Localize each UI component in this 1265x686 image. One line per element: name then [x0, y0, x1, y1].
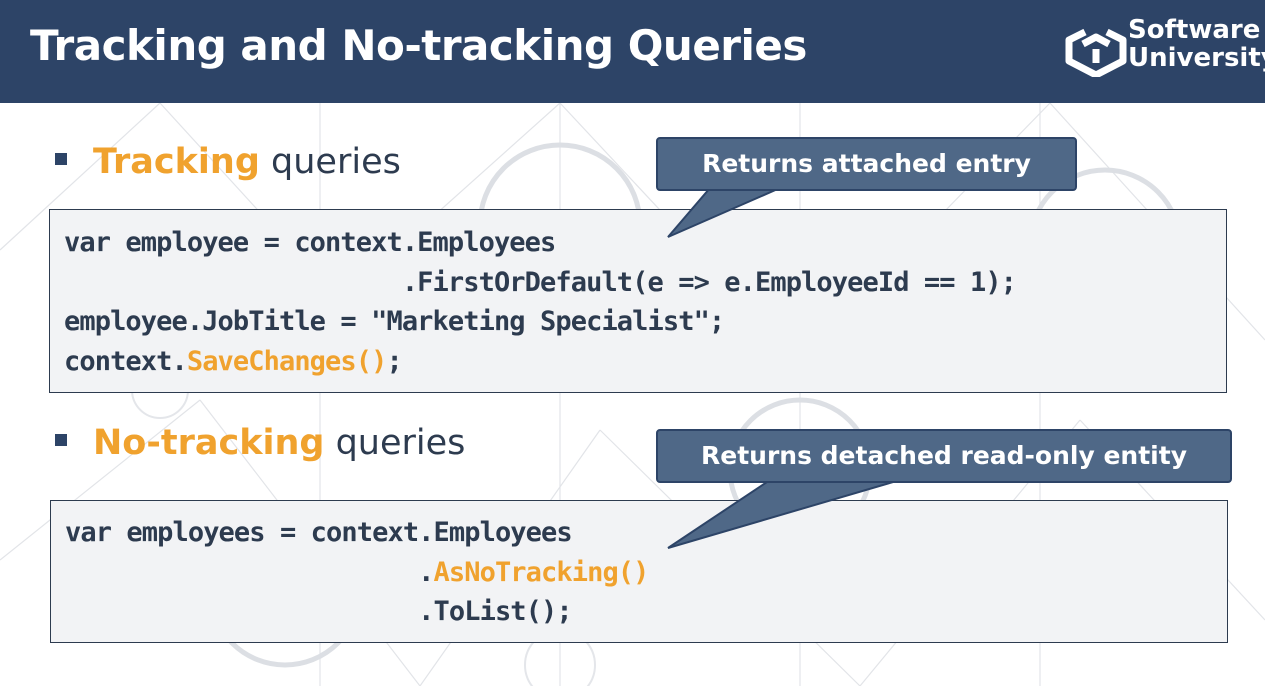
- code-token: .FirstOrDefault(e => e.EmployeeId == 1);: [64, 266, 1017, 298]
- logo-text: Software University: [1128, 16, 1265, 72]
- no-tracking-code-block: var employees = context.Employees .AsNoT…: [50, 500, 1228, 643]
- slide-header: Tracking and No-tracking Queries Softwar…: [0, 0, 1265, 103]
- code-accent-token: AsNoTracking(): [433, 556, 650, 588]
- no-tracking-highlight: No-tracking: [93, 423, 325, 463]
- tracking-code-block: var employee = context.Employees .FirstO…: [49, 209, 1227, 393]
- tracking-code: var employee = context.Employees .FirstO…: [64, 223, 1017, 382]
- code-token: .: [65, 556, 434, 588]
- no-tracking-rest: queries: [324, 423, 466, 463]
- code-line: employee.JobTitle = "Marketing Specialis…: [64, 302, 1016, 342]
- code-accent-token: SaveChanges(): [186, 345, 388, 377]
- code-line: .FirstOrDefault(e => e.EmployeeId == 1);: [64, 263, 1017, 303]
- no-tracking-bullet: No-tracking queries: [55, 421, 465, 465]
- tracking-callout: Returns attached entry: [656, 137, 1077, 191]
- code-token: var employees = context.Employees: [65, 517, 573, 548]
- code-line: context.SaveChanges();: [64, 342, 1016, 382]
- no-tracking-code: var employees = context.Employees .AsNoT…: [65, 513, 649, 632]
- logo-line-2: University: [1128, 43, 1265, 73]
- code-line: .AsNoTracking(): [65, 553, 649, 593]
- tracking-rest: queries: [259, 142, 401, 182]
- code-line: var employees = context.Employees: [65, 513, 649, 553]
- bullet-square-icon: [55, 434, 67, 446]
- code-line: .ToList();: [65, 592, 649, 632]
- code-token: .ToList();: [65, 596, 572, 627]
- code-token: var employee = context.Employees: [64, 227, 556, 258]
- logo-line-1: Software: [1128, 15, 1261, 45]
- code-token: context.: [64, 345, 188, 377]
- code-token: employee.JobTitle = "Marketing Specialis…: [64, 306, 725, 337]
- code-line: var employee = context.Employees: [64, 223, 1016, 263]
- tracking-bullet: Tracking queries: [55, 140, 401, 184]
- slide-title: Tracking and No-tracking Queries: [30, 21, 807, 70]
- no-tracking-callout: Returns detached read-only entity: [656, 429, 1232, 483]
- tracking-highlight: Tracking: [93, 142, 260, 182]
- code-token: ;: [386, 345, 402, 377]
- bullet-square-icon: [55, 153, 67, 165]
